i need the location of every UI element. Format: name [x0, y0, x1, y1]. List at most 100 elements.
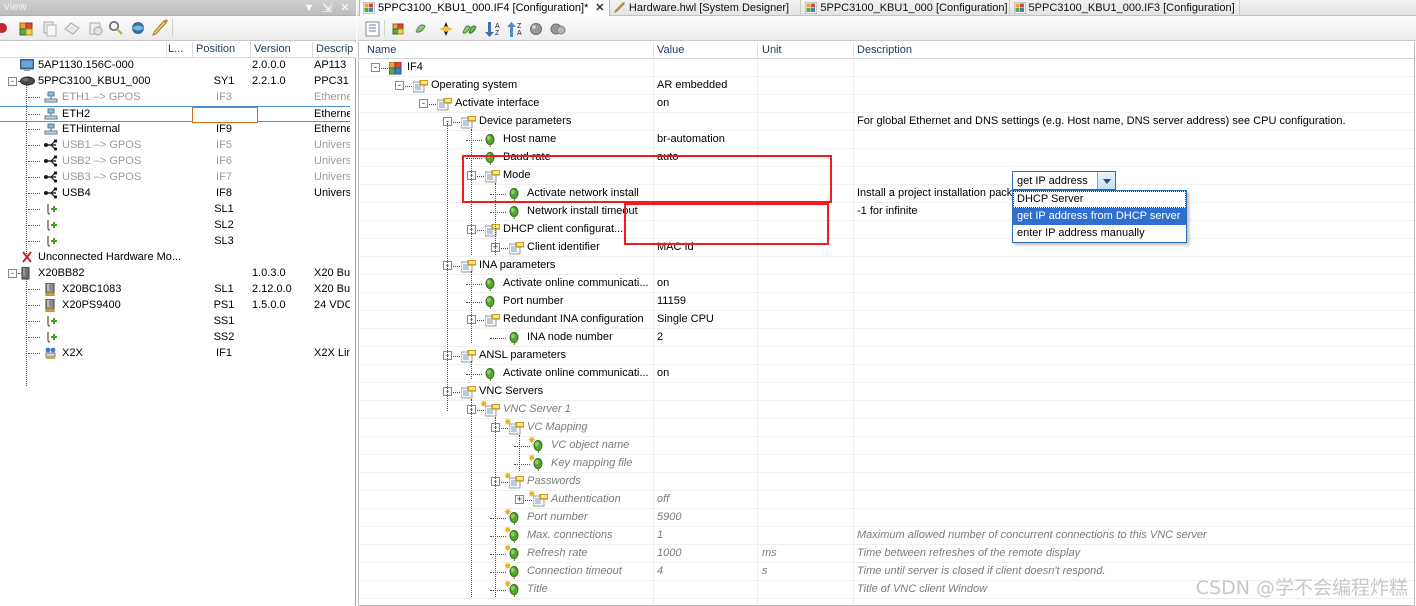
dropdown-option[interactable]: get IP address from DHCP server [1013, 208, 1186, 225]
grid-row[interactable]: Activate online communicati... on [359, 365, 1414, 383]
grid-row[interactable]: ✸ Port number 5900 [359, 508, 1414, 527]
grid-row[interactable]: Host name br-automation [359, 131, 1414, 149]
grid-header-unit[interactable]: Unit [762, 44, 782, 56]
grid-row[interactable]: - Mode [359, 167, 1414, 185]
globe-icon[interactable] [128, 19, 148, 38]
dropdown-option[interactable]: enter IP address manually [1013, 225, 1186, 242]
tab-close-icon[interactable]: ✕ [594, 1, 606, 15]
column-header-l[interactable]: L... [168, 43, 183, 55]
column-header-position[interactable]: Position [196, 43, 235, 55]
grid-row[interactable]: - VNC Servers [359, 383, 1414, 401]
tree-row[interactable]: Unconnected Hardware Mo... [0, 250, 350, 266]
tree-row[interactable]: ETH1 –> GPOS IF3 Etherne [0, 90, 350, 106]
grid-row-value[interactable]: 11159 [657, 295, 686, 307]
pin-icon[interactable]: ⇲ [320, 1, 334, 15]
tree-row[interactable]: X2X IF1 X2X Lin [0, 346, 350, 362]
grid-row-value[interactable]: br-automation [657, 133, 725, 145]
grid-row[interactable]: Baud rate auto [359, 149, 1414, 167]
tree-row[interactable]: SL1 [0, 202, 350, 218]
tree-row[interactable]: SS1 [0, 314, 350, 330]
mode-combobox[interactable]: get IP address [1012, 171, 1116, 190]
grid-header-description[interactable]: Description [857, 44, 912, 56]
sort-za-icon[interactable]: Z A [505, 20, 524, 38]
grid-expander-icon[interactable]: - [371, 63, 380, 72]
grid-row-value[interactable]: AR embedded [657, 79, 727, 91]
delete-object-icon[interactable] [411, 20, 430, 38]
close-icon[interactable]: ✕ [338, 1, 352, 15]
grid-row[interactable]: - INA parameters [359, 257, 1414, 275]
grid-row[interactable]: - ✸ VNC Server 1 [359, 400, 1414, 419]
grid-row[interactable]: - ✸ Passwords [359, 472, 1414, 491]
search-icon[interactable] [106, 19, 126, 38]
grid-row[interactable]: INA node number 2 [359, 329, 1414, 347]
paste-icon[interactable] [62, 19, 82, 38]
expand-all-icon[interactable] [363, 20, 382, 38]
dropdown-option[interactable]: DHCP Server [1013, 191, 1186, 208]
grid-expander-icon[interactable]: - [419, 99, 428, 108]
grid-rows[interactable]: - IF4- Operating system AR embedded - Activat… [359, 59, 1414, 605]
column-header-description[interactable]: Descrip [316, 43, 353, 55]
grid-row[interactable]: Activate network install Install a projec… [359, 185, 1414, 203]
grid-row[interactable]: - Redundant INA configuration Single CPU [359, 311, 1414, 329]
grid-expander-icon[interactable]: - [395, 81, 404, 90]
grid-row-value[interactable]: auto [657, 151, 678, 163]
grid-row[interactable]: - Operating system AR embedded [359, 77, 1414, 95]
grid-row-value[interactable]: on [657, 277, 669, 289]
tree-expander-icon[interactable]: - [8, 77, 17, 86]
add-object-icon[interactable] [16, 19, 36, 38]
grid-row-value[interactable]: 1 [657, 529, 663, 541]
document-tab[interactable]: Hardware.hwl [System Designer] [611, 0, 802, 16]
tree-row[interactable]: USB2 –> GPOS IF6 Univers [0, 154, 350, 170]
grid-row[interactable]: - DHCP client configurat... [359, 221, 1414, 239]
sort-az-icon[interactable]: A Z [483, 20, 502, 38]
grid-header-value[interactable]: Value [657, 44, 684, 56]
edit-icon[interactable] [150, 19, 170, 38]
tree-row[interactable]: - X20BB82 1.0.3.0 X20 Bu [0, 266, 350, 282]
tree-row[interactable]: X20BC1083 SL1 2.12.0.0 X20 Bu [0, 282, 350, 298]
grid-row-value[interactable]: on [657, 97, 669, 109]
duplicate-icon[interactable] [86, 19, 106, 38]
configuration-grid[interactable]: Name Value Unit Description - IF4- Operati… [358, 42, 1415, 606]
spheres-icon[interactable] [549, 20, 568, 38]
grid-row[interactable]: ✸ VC object name [359, 436, 1414, 455]
tree-row[interactable]: 5AP1130.156C-000 2.0.0.0 AP113 [0, 58, 350, 74]
grid-row[interactable]: + ✸ Authentication off [359, 490, 1414, 509]
grid-expander-icon[interactable]: + [515, 495, 524, 504]
tree-row[interactable]: SL2 [0, 218, 350, 234]
tree-row[interactable]: USB3 –> GPOS IF7 Univers [0, 170, 350, 186]
copy-icon[interactable] [40, 19, 60, 38]
grid-row[interactable]: Network install timeout -1 for infinite [359, 203, 1414, 221]
grid-row[interactable]: ✸ Refresh rate 1000 ms Time between refreshe… [359, 544, 1414, 563]
grid-row[interactable]: - Activate interface on [359, 95, 1414, 113]
document-tab[interactable]: 5PPC3100_KBU1_000 [Configuration] [802, 0, 1010, 16]
tree-row[interactable]: USB4 IF8 Univers [0, 186, 350, 202]
grid-row-value[interactable]: MAC Id [657, 241, 694, 253]
grid-header-name[interactable]: Name [367, 44, 396, 56]
navigate-icon[interactable] [437, 20, 456, 38]
grid-row[interactable]: Port number 11159 [359, 293, 1414, 311]
tree-expander-icon[interactable]: - [8, 269, 17, 278]
column-header-version[interactable]: Version [254, 43, 291, 55]
tree-row[interactable]: SS2 [0, 330, 350, 346]
mode-dropdown-list[interactable]: DHCP Server get IP address from DHCP serv… [1012, 190, 1187, 243]
grid-row[interactable]: - IF4 [359, 59, 1414, 77]
grid-row[interactable]: ✸ Key mapping file [359, 454, 1414, 473]
grid-row[interactable]: Activate online communicati... on [359, 275, 1414, 293]
document-tabbar[interactable]: 5PPC3100_KBU1_000.IF4 [Configuration]* ✕ H… [357, 0, 1416, 16]
grid-row-value[interactable]: Single CPU [657, 313, 714, 325]
grid-row[interactable]: ✸ Max. connections 1 Maximum allowed number… [359, 526, 1414, 545]
tree-row[interactable]: ETH2IF4Etherne [0, 106, 350, 123]
grid-row-value[interactable]: 5900 [657, 511, 681, 523]
add-object-icon[interactable] [389, 20, 408, 38]
tree-row[interactable]: - 5PPC3100_KBU1_000 SY1 2.2.1.0 PPC31 [0, 74, 350, 90]
grid-row[interactable]: - ANSL parameters [359, 347, 1414, 365]
tree-row[interactable]: ETHinternal IF9 Etherne [0, 122, 350, 138]
grid-row[interactable]: + Client identifier MAC Id [359, 239, 1414, 257]
document-tab[interactable]: 5PPC3100_KBU1_000.IF4 [Configuration]* [359, 0, 610, 16]
grid-row-value[interactable]: off [657, 493, 669, 505]
grid-row[interactable]: - Device parameters For global Ethernet an… [359, 113, 1414, 131]
compare-icon[interactable] [460, 20, 479, 38]
hardware-tree[interactable]: 5AP1130.156C-000 2.0.0.0 AP113 - 5PPC3100_KB… [0, 58, 350, 606]
tree-row[interactable]: X20PS9400 PS1 1.5.0.0 24 VDC [0, 298, 350, 314]
tree-row[interactable]: SL3 [0, 234, 350, 250]
